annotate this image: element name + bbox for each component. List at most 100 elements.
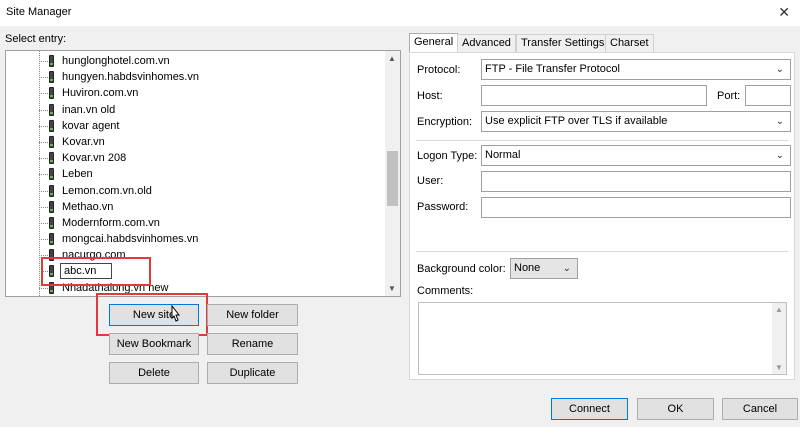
server-icon [49, 265, 54, 278]
background-color-label: Background color: [417, 263, 506, 275]
tree-connector [39, 222, 48, 224]
tree-item[interactable]: Huviron.com.vn [6, 85, 386, 101]
tree-connector [39, 271, 48, 273]
tree-item[interactable]: Kovar.vn 208 [6, 150, 386, 166]
tree-connector [39, 125, 48, 127]
password-label: Password: [417, 201, 469, 213]
divider [416, 140, 788, 141]
tree-item-label: Kovar.vn [62, 135, 105, 148]
password-input[interactable] [481, 197, 791, 218]
tree-connector [39, 61, 48, 62]
chevron-down-icon: ⌄ [775, 116, 784, 127]
server-icon [49, 184, 54, 197]
tree-item[interactable]: hunglonghotel.com.vn [6, 53, 386, 69]
scroll-up-icon[interactable]: ▲ [775, 305, 783, 314]
rename-button[interactable]: Rename [207, 333, 298, 355]
chevron-down-icon: ⌄ [775, 150, 784, 161]
tree-item-label: Lemon.com.vn.old [62, 184, 152, 197]
tab-charset[interactable]: Charset [605, 34, 654, 52]
server-icon [49, 152, 54, 165]
server-icon [49, 55, 54, 67]
server-icon [49, 71, 54, 84]
tree-item[interactable]: Lemon.com.vn.old [6, 183, 386, 199]
new-site-button[interactable]: New site [109, 304, 199, 326]
scroll-down-icon[interactable]: ▼ [388, 284, 396, 293]
tree-item-label: Huviron.com.vn [62, 87, 139, 100]
ok-button[interactable]: OK [637, 398, 714, 420]
port-label: Port: [717, 90, 741, 102]
host-input[interactable] [481, 85, 707, 106]
tree-item-label: hungyen.habdsvinhomes.vn [62, 71, 199, 84]
tree-connector [39, 190, 48, 192]
port-input[interactable] [745, 85, 791, 106]
tab-general[interactable]: General [409, 33, 459, 53]
tab-transfer-settings[interactable]: Transfer Settings [516, 34, 610, 52]
comments-textarea[interactable]: ▲ ▼ [418, 302, 787, 375]
tree-item[interactable]: kovar agent [6, 118, 386, 134]
scroll-thumb[interactable] [387, 151, 398, 206]
tree-connector [39, 255, 48, 257]
logon-type-value: Normal [485, 149, 521, 161]
tree-item-label: Kovar.vn 208 [62, 152, 127, 165]
connect-button[interactable]: Connect [551, 398, 628, 420]
tree-item-label: Nhadathalong.vn new [62, 281, 169, 294]
tree-rows: hunglonghotel.com.vn hungyen.habdsvinhome… [6, 53, 386, 296]
comments-scrollbar[interactable]: ▲ ▼ [772, 303, 786, 374]
tree-connector [39, 141, 48, 143]
close-icon[interactable]: ✕ [778, 4, 790, 21]
user-input[interactable] [481, 171, 791, 192]
tree-item-label: Leben [62, 168, 93, 181]
server-icon [49, 119, 54, 132]
encryption-select[interactable]: Use explicit FTP over TLS if available ⌄ [481, 111, 791, 132]
scroll-down-icon[interactable]: ▼ [775, 363, 783, 372]
server-icon [49, 281, 54, 294]
select-entry-label: Select entry: [5, 33, 67, 45]
server-icon [49, 233, 54, 246]
tree-scrollbar[interactable]: ▲ ▼ [385, 51, 400, 296]
new-folder-button[interactable]: New folder [207, 304, 298, 326]
new-bookmark-button[interactable]: New Bookmark [109, 333, 199, 355]
server-icon [49, 249, 54, 262]
tree-connector [39, 287, 48, 289]
server-icon [49, 216, 54, 229]
server-icon [49, 200, 54, 213]
tree-item[interactable]: Kovar.vn [6, 134, 386, 150]
cancel-button[interactable]: Cancel [722, 398, 798, 420]
tree-item-label: nacurgo.com [62, 249, 126, 262]
tab-advanced[interactable]: Advanced [457, 34, 516, 52]
protocol-select[interactable]: FTP - File Transfer Protocol ⌄ [481, 59, 791, 80]
comments-label: Comments: [417, 285, 474, 297]
tree-item[interactable]: Nhadathalong.vn new [6, 280, 386, 296]
rename-entry-input[interactable]: abc.vn [60, 263, 112, 280]
user-label: User: [417, 175, 444, 187]
tree-item[interactable]: hungyen.habdsvinhomes.vn [6, 69, 386, 85]
tree-item-label: mongcai.habdsvinhomes.vn [62, 233, 199, 246]
logon-type-select[interactable]: Normal ⌄ [481, 145, 791, 166]
tree-item[interactable]: Leben [6, 166, 386, 182]
site-tree[interactable]: hunglonghotel.com.vn hungyen.habdsvinhome… [5, 50, 401, 297]
tree-connector [39, 109, 48, 111]
tree-item-label: inan.vn old [62, 103, 116, 116]
tree-connector [39, 93, 48, 95]
server-icon [49, 103, 54, 116]
protocol-value: FTP - File Transfer Protocol [485, 63, 620, 75]
tree-connector [39, 239, 48, 241]
tree-item[interactable]: Methao.vn [6, 199, 386, 215]
protocol-label: Protocol: [417, 64, 461, 76]
logon-type-label: Logon Type: [417, 150, 478, 162]
tree-item[interactable]: nacurgo.com [6, 247, 386, 263]
tree-item[interactable]: mongcai.habdsvinhomes.vn [6, 231, 386, 247]
tree-connector [39, 174, 48, 176]
encryption-label: Encryption: [417, 116, 473, 128]
tree-item[interactable]: abc.vn [6, 263, 386, 280]
tree-item[interactable]: inan.vn old [6, 102, 386, 118]
mouse-cursor-icon [171, 305, 181, 322]
duplicate-button[interactable]: Duplicate [207, 362, 298, 384]
host-label: Host: [417, 90, 443, 102]
background-color-select[interactable]: None ⌄ [510, 258, 578, 279]
tree-item[interactable]: Modernform.com.vn [6, 215, 386, 231]
server-icon [49, 135, 54, 148]
chevron-down-icon: ⌄ [775, 64, 784, 75]
delete-button[interactable]: Delete [109, 362, 199, 384]
scroll-up-icon[interactable]: ▲ [388, 54, 396, 63]
